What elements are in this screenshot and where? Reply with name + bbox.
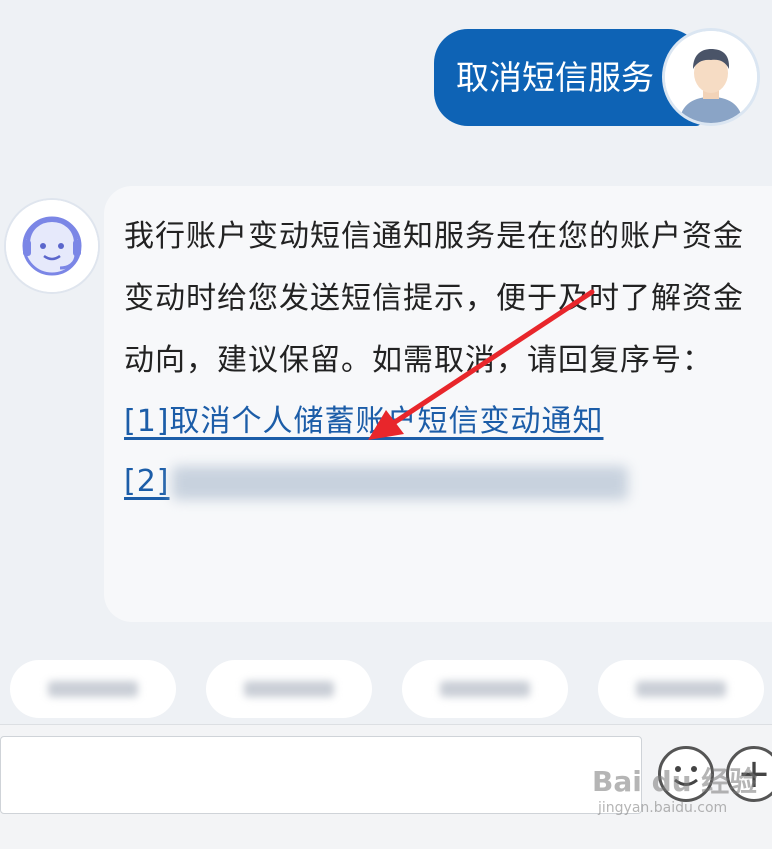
headset-robot-icon bbox=[6, 200, 98, 292]
chip-label-blurred bbox=[48, 681, 138, 697]
message-input[interactable] bbox=[0, 736, 642, 814]
user-avatar[interactable] bbox=[662, 28, 760, 126]
chip-label-blurred bbox=[244, 681, 334, 697]
quick-reply-chip[interactable] bbox=[402, 660, 568, 718]
chip-label-blurred bbox=[440, 681, 530, 697]
quick-reply-chip[interactable] bbox=[10, 660, 176, 718]
bot-message-text: 我行账户变动短信通知服务是在您的账户资金变动时给您发送短信提示，便于及时了解资金… bbox=[124, 219, 744, 378]
option-number-1: [1] bbox=[124, 404, 170, 439]
bot-message-bubble: 我行账户变动短信通知服务是在您的账户资金变动时给您发送短信提示，便于及时了解资金… bbox=[104, 186, 772, 622]
option-label-1: 取消个人储蓄账户短信变动通知 bbox=[169, 404, 604, 439]
bot-avatar[interactable] bbox=[4, 198, 100, 294]
emoji-button[interactable] bbox=[658, 746, 714, 802]
option-link-1[interactable]: [1]取消个人储蓄账户短信变动通知 bbox=[124, 392, 762, 452]
quick-reply-chip[interactable] bbox=[206, 660, 372, 718]
emoji-icon bbox=[674, 766, 698, 786]
plus-icon: + bbox=[737, 751, 771, 797]
option-number-2: [2] bbox=[124, 464, 170, 499]
user-avatar-icon bbox=[665, 31, 757, 123]
quick-reply-chip[interactable] bbox=[598, 660, 764, 718]
option-label-2-blurred bbox=[171, 465, 628, 500]
quick-reply-chips bbox=[10, 660, 764, 718]
user-message-row: 取消短信服务 bbox=[434, 28, 772, 126]
chip-label-blurred bbox=[636, 681, 726, 697]
option-link-2[interactable]: [2] bbox=[124, 452, 762, 512]
